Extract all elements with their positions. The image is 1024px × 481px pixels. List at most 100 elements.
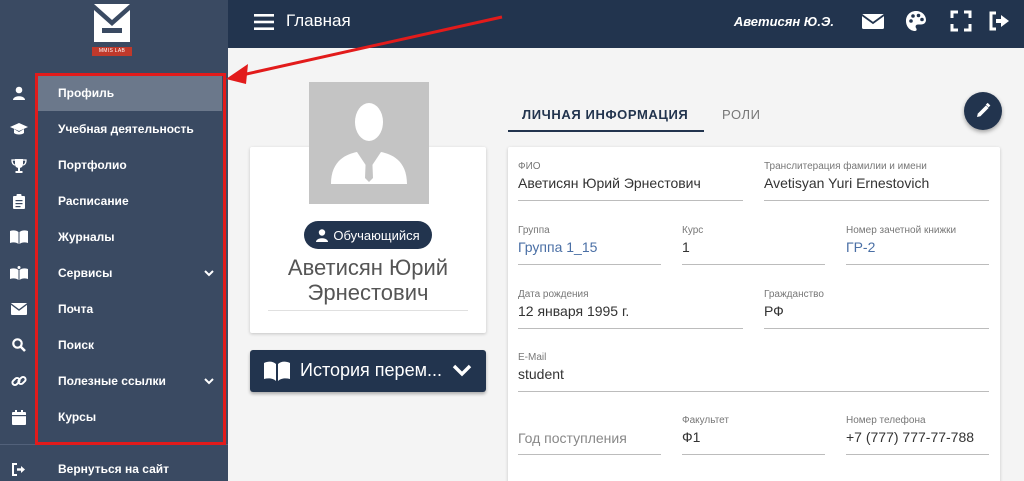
book-reader-icon [10, 264, 28, 282]
field-value: Ф1 [682, 429, 701, 445]
active-tab-indicator [508, 130, 704, 132]
field-value: Аветисян Юрий Эрнестович [518, 175, 701, 191]
chevron-down-icon [452, 364, 472, 377]
palette-icon[interactable] [905, 10, 927, 32]
user-name[interactable]: Аветисян Ю.Э. [734, 14, 834, 29]
envelope-icon[interactable] [862, 10, 884, 32]
fullscreen-icon[interactable] [950, 10, 972, 32]
field-value: 1 [682, 239, 690, 255]
sidebar-item-label: Сервисы [58, 266, 113, 280]
field-value: student [518, 366, 564, 382]
search-icon [10, 336, 28, 354]
field-label: Факультет [682, 415, 729, 426]
field-value: ГР-2 [846, 239, 876, 255]
link-icon [10, 372, 28, 390]
top-bar: Главная Аветисян Ю.Э. [228, 0, 1024, 48]
chevron-down-icon[interactable] [204, 376, 214, 386]
menu-icon[interactable] [254, 12, 274, 32]
sidebar-item-profile[interactable]: Профиль [13, 75, 222, 111]
field-underline [518, 328, 743, 329]
field-underline [518, 200, 743, 201]
field-underline [846, 454, 989, 455]
role-badge: Обучающийся [304, 221, 432, 249]
book-open-icon [264, 361, 290, 381]
chevron-down-icon[interactable] [204, 268, 214, 278]
sidebar-item-label: Портфолио [58, 158, 127, 172]
field-underline [518, 454, 661, 455]
group-field[interactable]: Группа Группа 1_15 [518, 225, 661, 267]
field-label: E-Mail [518, 352, 547, 363]
course-field[interactable]: Курс 1 [682, 225, 825, 267]
full-name: Аветисян Юрий Эрнестович [250, 255, 486, 305]
logo-text: MMIS LAB [92, 47, 132, 56]
page-title: Главная [286, 11, 351, 30]
logo[interactable]: MMIS LAB [92, 4, 132, 56]
logout-icon[interactable] [988, 10, 1010, 32]
birth-date-field[interactable]: Дата рождения 12 января 1995 г. [518, 289, 743, 331]
field-underline [846, 264, 989, 265]
admission-year-field[interactable]: Год поступления [518, 415, 661, 457]
sidebar-item-label: Почта [58, 302, 94, 316]
back-to-site-link[interactable]: Вернуться на сайт [0, 457, 228, 481]
sidebar-item-links[interactable]: Полезные ссылки [0, 363, 228, 399]
sidebar-item-schedule[interactable]: Расписание [0, 183, 228, 219]
logo-mark-icon [94, 4, 130, 42]
phone-field[interactable]: Номер телефона +7 (777) 777-77-788 [846, 415, 989, 457]
field-underline [518, 264, 661, 265]
user-icon [316, 228, 329, 242]
field-label: Курс [682, 225, 704, 236]
sidebar-divider [0, 444, 228, 445]
field-label: Номер телефона [846, 415, 926, 426]
sidebar-item-journals[interactable]: Журналы [0, 219, 228, 255]
field-label: Транслитерация фамилии и имени [764, 161, 927, 172]
sidebar-item-services[interactable]: Сервисы [0, 255, 228, 291]
field-value: РФ [764, 303, 784, 319]
sidebar-item-mail[interactable]: Почта [0, 291, 228, 327]
edit-button[interactable] [964, 92, 1002, 130]
user-silhouette-icon [331, 103, 407, 184]
field-underline [518, 391, 989, 392]
pencil-icon [977, 103, 991, 117]
role-label: Обучающийся [333, 227, 420, 243]
sidebar-item-courses[interactable]: Курсы [0, 399, 228, 435]
full-name-line2: Эрнестович [307, 280, 429, 305]
logo-area: MMIS LAB [0, 0, 228, 75]
sidebar-item-search[interactable]: Поиск [0, 327, 228, 363]
sidebar-item-label: Полезные ссылки [58, 374, 166, 388]
sidebar-item-label: Учебная деятельность [58, 122, 194, 136]
personal-info-card: ФИО Аветисян Юрий Эрнестович Транслитера… [508, 147, 1000, 481]
sidebar-nav: Профиль Учебная деятельность Портфолио Р… [0, 75, 228, 435]
record-book-field[interactable]: Номер зачетной книжки ГР-2 [846, 225, 989, 267]
tab-personal-info[interactable]: ЛИЧНАЯ ИНФОРМАЦИЯ [522, 107, 688, 122]
history-button[interactable]: История перем... [250, 350, 486, 392]
field-label: Номер зачетной книжки [846, 225, 957, 236]
history-label: История перем... [300, 360, 442, 380]
field-value: Avetisyan Yuri Ernestovich [764, 175, 930, 191]
user-icon [10, 84, 28, 102]
field-value: +7 (777) 777-77-788 [846, 429, 975, 445]
sidebar-item-label: Поиск [58, 338, 95, 352]
citizenship-field[interactable]: Гражданство РФ [764, 289, 989, 331]
card-divider [268, 310, 468, 311]
field-underline [764, 328, 989, 329]
field-label: Группа [518, 225, 550, 236]
fio-field[interactable]: ФИО Аветисян Юрий Эрнестович [518, 161, 743, 203]
email-field[interactable]: E-Mail student [518, 352, 989, 394]
field-underline [682, 454, 825, 455]
back-to-site-label: Вернуться на сайт [58, 462, 170, 476]
sidebar-item-label: Расписание [58, 194, 129, 208]
sidebar-item-label: Журналы [58, 230, 115, 244]
book-open-icon [10, 228, 28, 246]
field-label: Дата рождения [518, 289, 589, 300]
avatar[interactable] [309, 82, 429, 204]
field-label: Гражданство [764, 289, 824, 300]
envelope-icon [10, 300, 28, 318]
clipboard-icon [10, 192, 28, 210]
sidebar-item-portfolio[interactable]: Портфолио [0, 147, 228, 183]
tab-roles[interactable]: РОЛИ [722, 107, 761, 122]
field-value[interactable]: Группа 1_15 [518, 239, 597, 255]
sidebar-item-study[interactable]: Учебная деятельность [0, 111, 228, 147]
translit-field[interactable]: Транслитерация фамилии и имени Avetisyan… [764, 161, 989, 203]
sign-out-icon [10, 460, 28, 478]
faculty-field[interactable]: Факультет Ф1 [682, 415, 825, 457]
